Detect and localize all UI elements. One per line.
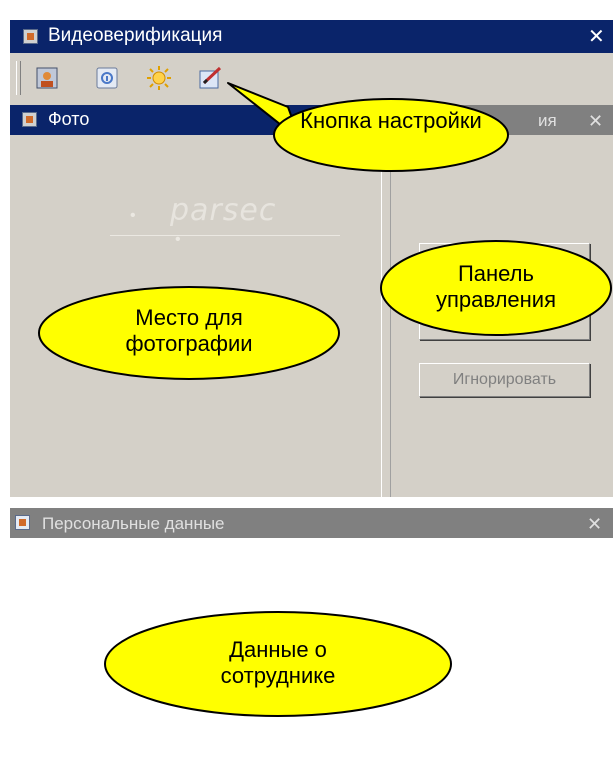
callout-settings-text: Кнопка настройки xyxy=(300,108,482,133)
callout-data-text: Данные о сотруднике xyxy=(220,637,336,688)
callout-panel-text: Панель управления xyxy=(436,261,556,312)
callout-photo-text: Место для фотографии xyxy=(125,305,253,356)
